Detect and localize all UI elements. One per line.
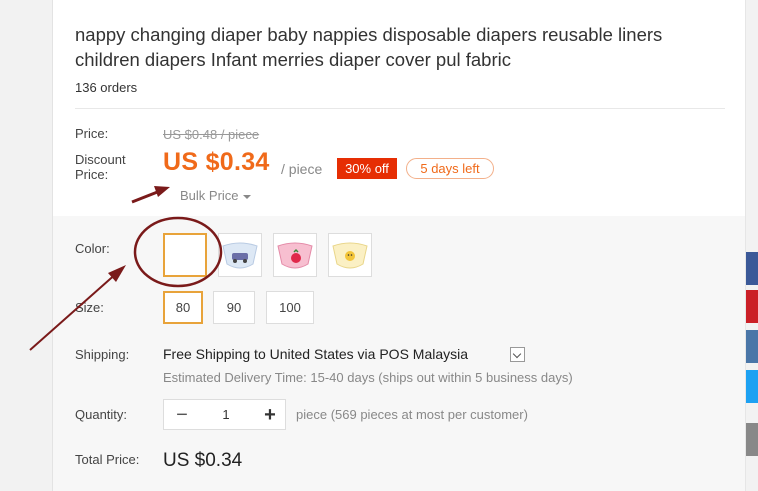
bulk-price-dropdown[interactable]: Bulk Price [180, 188, 251, 203]
color-label: Color: [75, 241, 110, 256]
color-swatch-blue-car[interactable] [218, 233, 262, 277]
more-share-icon[interactable] [746, 423, 758, 456]
discount-price-label: Discount Price: [75, 152, 126, 182]
divider [75, 108, 725, 109]
size-option-80[interactable]: 80 [163, 291, 203, 324]
original-price: US $0.48 / piece [163, 127, 260, 142]
discount-price: US $0.34 [163, 148, 270, 176]
delivery-estimate: Estimated Delivery Time: 15-40 days (shi… [163, 370, 573, 385]
shipping-method: Free Shipping to United States via POS M… [163, 346, 469, 362]
diaper-pink-image [277, 242, 313, 269]
size-option-90[interactable]: 90 [213, 291, 255, 324]
days-left-badge: 5 days left [406, 158, 494, 179]
vk-icon[interactable] [746, 330, 758, 363]
shipping-dropdown-toggle[interactable] [510, 347, 525, 362]
shipping-label: Shipping: [75, 347, 130, 362]
facebook-icon[interactable] [746, 252, 758, 285]
increase-quantity-button[interactable]: + [258, 403, 282, 427]
twitter-icon[interactable] [746, 370, 758, 403]
quantity-input[interactable]: 1 [204, 407, 248, 422]
color-swatch-pink-strawberry[interactable] [273, 233, 317, 277]
color-swatch-yellow-chick[interactable] [328, 233, 372, 277]
quantity-stepper: − 1 + [163, 399, 286, 430]
product-title-line-2: children diapers Infant merries diaper c… [75, 49, 511, 70]
product-title: nappy changing diaper baby nappies dispo… [75, 22, 715, 72]
size-label: Size: [75, 300, 104, 315]
price-label: Price: [75, 126, 109, 141]
decrease-quantity-button[interactable]: − [170, 403, 194, 427]
price-unit: / piece [281, 161, 323, 177]
orders-count: 136 orders [75, 80, 138, 95]
discount-label-line-2: Price: [75, 167, 109, 182]
discount-badge: 30% off [337, 158, 397, 179]
diaper-yellow-image [332, 242, 368, 269]
color-swatch-white[interactable] [163, 233, 207, 277]
size-option-100[interactable]: 100 [266, 291, 314, 324]
pinterest-icon[interactable] [746, 290, 758, 323]
total-price-label: Total Price: [75, 452, 140, 467]
product-title-line-1: nappy changing diaper baby nappies dispo… [75, 24, 663, 45]
caret-down-icon [242, 194, 251, 199]
quantity-limit-note: piece (569 pieces at most per customer) [296, 407, 528, 422]
bulk-price-label: Bulk Price [180, 188, 239, 203]
diaper-blue-image [222, 242, 258, 269]
discount-label-line-1: Discount [75, 152, 126, 167]
total-price: US $0.34 [163, 450, 243, 471]
left-margin [0, 0, 53, 491]
quantity-label: Quantity: [75, 407, 128, 422]
